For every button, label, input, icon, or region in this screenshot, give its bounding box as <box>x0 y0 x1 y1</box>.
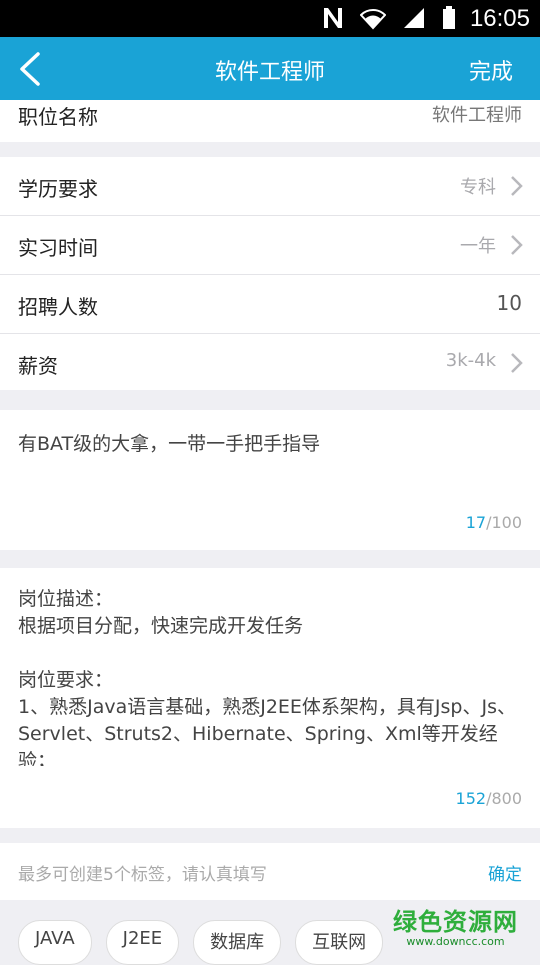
tag-chip[interactable]: 互联网 <box>295 920 384 965</box>
salary-label: 薪资 <box>18 354 58 378</box>
description-count: 152 <box>455 789 487 808</box>
headcount-value[interactable]: 10 <box>497 291 522 315</box>
highlight-count: 17 <box>465 513 487 532</box>
tag-input-row: 最多可创建5个标签，请认真填写 确定 <box>0 843 540 900</box>
tag-input[interactable]: 最多可创建5个标签，请认真填写 <box>18 860 267 885</box>
battery-icon <box>443 6 455 29</box>
page-title: 软件工程师 <box>214 60 325 85</box>
description-text[interactable]: 岗位描述： 根据项目分配，快速完成开发任务 岗位要求： 1、熟悉Java语言基础… <box>18 586 522 766</box>
chevron-right-icon <box>511 235 523 255</box>
tag-list: JAVA J2EE 数据库 互联网 <box>18 920 384 965</box>
headcount-row[interactable]: 招聘人数 10 <box>0 275 540 334</box>
confirm-button[interactable]: 确定 <box>488 860 522 885</box>
internship-time-value: 一年 <box>460 236 496 257</box>
chevron-right-icon <box>511 353 523 373</box>
done-button[interactable]: 完成 <box>469 54 513 86</box>
education-value: 专科 <box>460 177 496 198</box>
highlight-max: /100 <box>486 513 522 532</box>
description-counter: 152/800 <box>456 789 522 808</box>
status-bar: 16:05 <box>0 0 540 37</box>
watermark-main: 绿色资源网 <box>393 908 518 936</box>
signal-icon <box>404 8 424 28</box>
highlight-textarea[interactable]: 有BAT级的大拿，一带一手把手指导 17/100 <box>0 410 540 550</box>
chevron-right-icon <box>511 176 523 196</box>
position-label: 职位名称 <box>18 105 98 129</box>
position-card: 职位名称 软件工程师 <box>0 100 540 142</box>
salary-row[interactable]: 薪资 3k-4k <box>0 334 540 392</box>
highlight-counter: 17/100 <box>466 513 522 532</box>
tag-chip[interactable]: J2EE <box>105 920 180 965</box>
position-row[interactable]: 职位名称 软件工程师 <box>0 100 540 142</box>
wifi-icon <box>360 9 386 30</box>
tag-chip[interactable]: JAVA <box>18 920 92 965</box>
n-icon <box>324 8 342 28</box>
education-row[interactable]: 学历要求 专科 <box>0 157 540 216</box>
tag-chip[interactable]: 数据库 <box>193 920 282 965</box>
description-max: /800 <box>486 789 522 808</box>
position-value: 软件工程师 <box>432 105 522 126</box>
fields-card: 学历要求 专科 实习时间 一年 招聘人数 10 薪资 3k-4k <box>0 157 540 390</box>
watermark-url: www.downcc.com <box>406 935 505 948</box>
status-time: 16:05 <box>469 5 530 32</box>
salary-value: 3k-4k <box>445 350 496 371</box>
back-icon[interactable] <box>14 51 50 87</box>
education-label: 学历要求 <box>18 177 98 201</box>
nav-bar: 软件工程师 完成 <box>0 37 540 100</box>
highlight-text[interactable]: 有BAT级的大拿，一带一手把手指导 <box>18 430 522 458</box>
headcount-label: 招聘人数 <box>18 295 98 319</box>
description-textarea[interactable]: 岗位描述： 根据项目分配，快速完成开发任务 岗位要求： 1、熟悉Java语言基础… <box>0 568 540 828</box>
internship-time-label: 实习时间 <box>18 236 98 260</box>
internship-time-row[interactable]: 实习时间 一年 <box>0 216 540 275</box>
watermark: 绿色资源网 www.downcc.com <box>393 902 518 948</box>
